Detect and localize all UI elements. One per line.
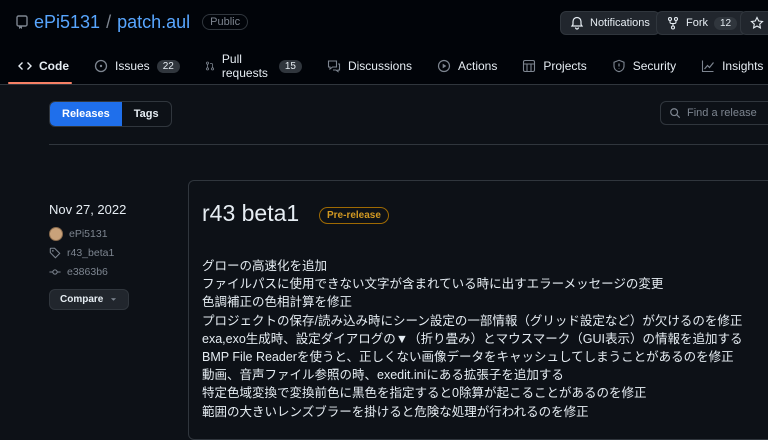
repo-breadcrumb: ePi5131 / patch.aul Public (16, 10, 249, 34)
tab-actions-label: Actions (458, 59, 498, 73)
repo-name-link[interactable]: patch.aul (117, 12, 190, 33)
actions-icon (437, 59, 451, 73)
tags-tab[interactable]: Tags (122, 102, 171, 126)
release-note-line: 色調補正の色相計算を修正 (202, 295, 353, 310)
releases-tags-toggle: Releases Tags (49, 101, 172, 127)
tab-security-label: Security (632, 59, 677, 73)
search-icon (670, 108, 681, 119)
tab-insights[interactable]: Insights (691, 52, 768, 80)
issue-icon (94, 59, 108, 73)
tab-pull-requests-label: Pull requests (221, 52, 268, 80)
bell-icon (570, 16, 584, 30)
discussion-icon (327, 60, 341, 73)
release-search-input[interactable]: Find a release (660, 101, 768, 125)
release-author[interactable]: ePi5131 (49, 227, 179, 241)
release-note-line: BMP File Readerを使うと、正しくない画像データをキャッシュしてしま… (202, 350, 734, 365)
tab-discussions[interactable]: Discussions (317, 52, 423, 80)
release-note-line: 特定色域変換で変換前色に黒色を指定すると0除算が起こることがあるのを修正 (202, 386, 647, 401)
tab-code-label: Code (39, 59, 69, 73)
star-icon (750, 16, 764, 29)
fork-label: Fork (686, 17, 708, 29)
avatar (49, 227, 63, 241)
release-tag-link[interactable]: r43_beta1 (49, 246, 179, 260)
fork-icon (667, 16, 679, 30)
commit-hash: e3863b6 (67, 266, 108, 278)
tab-issues-label: Issues (115, 59, 150, 73)
repo-header: ePi5131 / patch.aul Public Notifications… (0, 0, 768, 85)
releases-tab[interactable]: Releases (50, 102, 122, 126)
chevron-down-icon (111, 298, 117, 301)
shield-icon (613, 59, 625, 73)
graph-icon (702, 60, 715, 73)
commit-icon (49, 269, 61, 275)
release-note-line: exa,exo生成時、設定ダイアログの▼（折り畳み）とマウスマーク（GUI表示）… (202, 331, 743, 346)
compare-button[interactable]: Compare (49, 289, 130, 310)
issues-count: 22 (156, 59, 180, 73)
code-icon (18, 62, 32, 70)
tab-pull-requests[interactable]: Pull requests 15 (195, 52, 313, 80)
tab-security[interactable]: Security (602, 52, 687, 80)
release-note-line: ファイルパスに使用できない文字が含まれている時に出すエラーメッセージの変更 (202, 277, 664, 292)
tab-insights-label: Insights (722, 59, 764, 73)
repo-separator: / (106, 11, 112, 32)
pr-icon (205, 61, 214, 71)
release-notes: グローの高速化を追加 ファイルパスに使用できない文字が含まれている時に出すエラー… (202, 257, 743, 421)
author-name: ePi5131 (69, 228, 108, 240)
tag-name: r43_beta1 (67, 247, 115, 259)
notifications-label: Notifications (590, 17, 650, 29)
compare-label: Compare (60, 294, 104, 305)
tag-icon (49, 247, 61, 259)
release-date: Nov 27, 2022 (49, 202, 127, 217)
fork-button[interactable]: Fork 12 (656, 11, 748, 35)
release-commit-link[interactable]: e3863b6 (49, 265, 179, 279)
tab-issues[interactable]: Issues 22 (84, 52, 191, 80)
tab-projects[interactable]: Projects (512, 52, 597, 80)
release-card: r43 beta1 Pre-release グローの高速化を追加 ファイルパスに… (188, 180, 768, 440)
release-note-line: 範囲の大きいレンズブラーを掛けると危険な処理が行われるのを修正 (202, 404, 589, 419)
tab-code[interactable]: Code (0, 52, 80, 84)
release-title[interactable]: r43 beta1 (202, 200, 299, 227)
prerelease-badge: Pre-release (319, 207, 389, 224)
tab-actions[interactable]: Actions (427, 52, 508, 80)
repo-tabs: Code Issues 22 Pull requests 15 Discussi… (0, 52, 768, 84)
section-divider (49, 144, 768, 145)
release-search-placeholder: Find a release (687, 107, 757, 119)
release-meta: Nov 27, 2022 ePi5131 r43_beta1 e3863b6 C… (49, 198, 179, 310)
visibility-badge: Public (202, 14, 249, 30)
repo-owner-link[interactable]: ePi5131 (34, 12, 100, 33)
tab-projects-label: Projects (543, 59, 587, 73)
repo-icon (16, 15, 28, 29)
star-button[interactable] (740, 11, 768, 35)
fork-count: 12 (714, 16, 738, 30)
release-note-line: 動画、音声ファイル参照の時、exedit.iniにある拡張子を追加する (202, 368, 564, 383)
release-note-line: プロジェクトの保存/読み込み時にシーン設定の一部情報（グリッド設定など）が欠ける… (202, 313, 743, 328)
tab-discussions-label: Discussions (347, 59, 412, 73)
release-note-line: グローの高速化を追加 (202, 259, 328, 273)
notifications-button[interactable]: Notifications (560, 11, 660, 35)
pull-requests-count: 15 (278, 59, 302, 73)
projects-icon (523, 59, 536, 73)
